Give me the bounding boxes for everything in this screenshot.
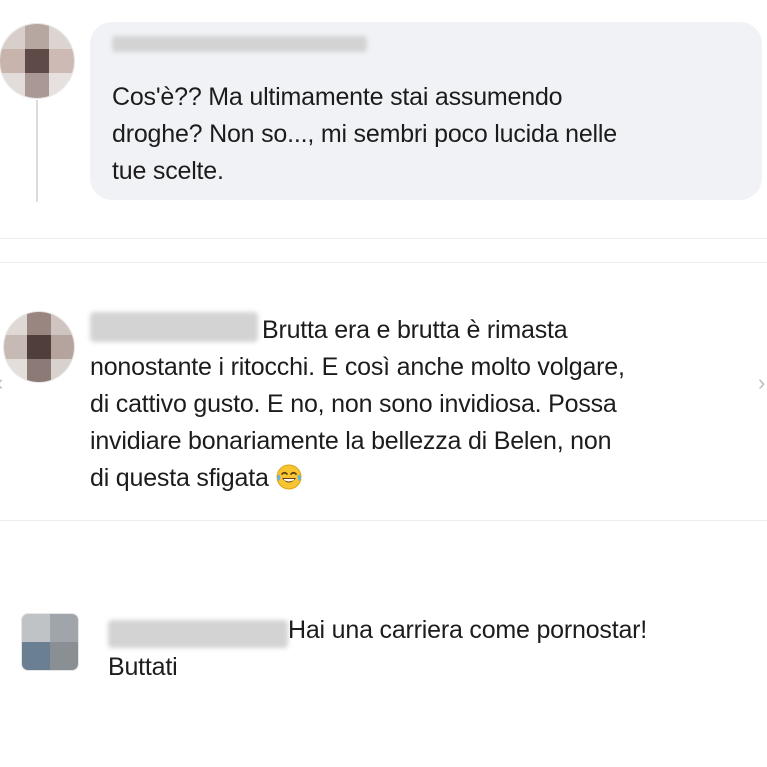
comment-separator [0,262,767,263]
comment-separator [0,238,767,239]
comment-text: Brutta era e brutta è rimasta nonostante… [90,312,625,502]
avatar[interactable] [4,312,74,382]
avatar[interactable] [0,24,74,98]
author-name-blurred [112,36,367,52]
face-with-tears-of-joy-emoji [275,463,303,502]
comment-text: Hai una carriera come pornostar! Buttati [108,616,648,681]
comment-separator [0,520,767,521]
right-edge-marker: › [758,370,766,395]
comment-text: Cos'è?? Ma ultimamente stai assumendo dr… [112,83,617,185]
avatar[interactable] [22,614,78,670]
left-edge-marker: ‹ [0,365,8,401]
reply-thread-line [36,100,38,202]
